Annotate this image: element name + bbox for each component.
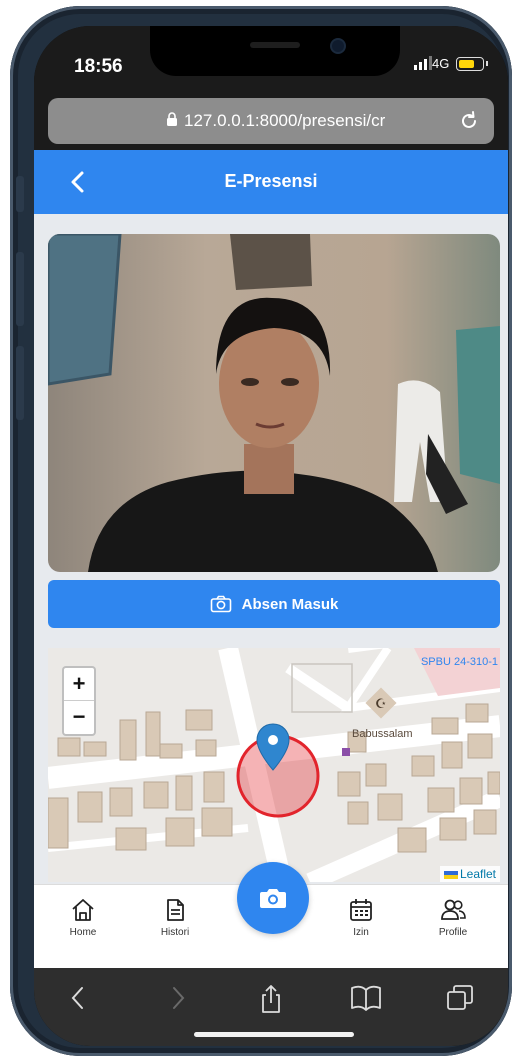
users-icon (441, 899, 466, 920)
volume-down-button (16, 346, 24, 420)
nav-label-profile: Profile (438, 927, 468, 938)
zoom-out-button[interactable]: − (64, 701, 94, 733)
ukraine-flag-icon (443, 870, 458, 879)
back-icon[interactable] (68, 984, 88, 1012)
bookmarks-icon[interactable] (350, 984, 382, 1012)
home-icon (72, 899, 94, 921)
phone-screen: 18:56 4G 127.0.0.1:8000/presensi/cr E-Pr… (34, 26, 508, 1046)
absen-masuk-button[interactable]: Absen Masuk (48, 580, 500, 628)
calendar-icon (350, 899, 372, 921)
nav-item-profile[interactable]: Profile (418, 897, 488, 938)
notch (150, 26, 400, 76)
lock-icon (167, 112, 177, 126)
status-time: 18:56 (74, 56, 123, 77)
location-map[interactable]: ☪ Babussalam SPBU 24-310-1 + − Leaflet (48, 648, 500, 882)
battery-icon (456, 57, 488, 71)
front-camera-icon (332, 40, 344, 52)
webcam-image (48, 234, 500, 572)
nav-item-home[interactable]: Home (48, 897, 118, 938)
speaker-grille (250, 42, 300, 48)
network-type: 4G (432, 56, 450, 71)
volume-up-button (16, 252, 24, 326)
zoom-in-button[interactable]: + (64, 668, 94, 701)
absen-masuk-label: Absen Masuk (241, 595, 339, 613)
phone-frame: 18:56 4G 127.0.0.1:8000/presensi/cr E-Pr… (10, 6, 512, 1056)
map-label-poi: Babussalam (352, 728, 413, 740)
address-bar[interactable]: 127.0.0.1:8000/presensi/cr (48, 98, 494, 144)
reload-icon[interactable] (458, 110, 480, 132)
zoom-control: + − (62, 666, 96, 736)
nav-label-home: Home (69, 927, 97, 938)
forward-icon[interactable] (168, 984, 188, 1012)
map-label-station: SPBU 24-310-1 (420, 656, 498, 668)
leaflet-link[interactable]: Leaflet (460, 867, 496, 881)
camera-icon (210, 595, 231, 613)
map-attribution[interactable]: Leaflet (439, 866, 500, 882)
status-bar: 18:56 4G (34, 26, 508, 96)
app-header: E-Presensi (34, 150, 508, 214)
home-indicator[interactable] (194, 1032, 354, 1037)
page-title: E-Presensi (224, 171, 318, 191)
nav-label-izin: Izin (353, 927, 369, 938)
map-tiles: ☪ (48, 648, 500, 882)
main-content: Absen Masuk ☪ Babussalam SPBU 24-310-1 +… (34, 214, 508, 972)
webcam-preview (48, 234, 500, 572)
share-icon[interactable] (258, 984, 284, 1014)
nav-item-histori[interactable]: Histori (140, 897, 210, 938)
signal-icon (414, 56, 432, 70)
url-text[interactable]: 127.0.0.1:8000/presensi/cr (184, 111, 385, 131)
tabs-icon[interactable] (446, 984, 474, 1012)
mute-switch (16, 176, 24, 212)
nav-item-izin[interactable]: Izin (326, 897, 396, 938)
camera-icon (260, 889, 286, 908)
mosque-icon: ☪ (375, 697, 387, 712)
document-icon (167, 899, 184, 921)
nav-label-histori: Histori (160, 927, 190, 938)
camera-fab-button[interactable] (237, 862, 309, 934)
